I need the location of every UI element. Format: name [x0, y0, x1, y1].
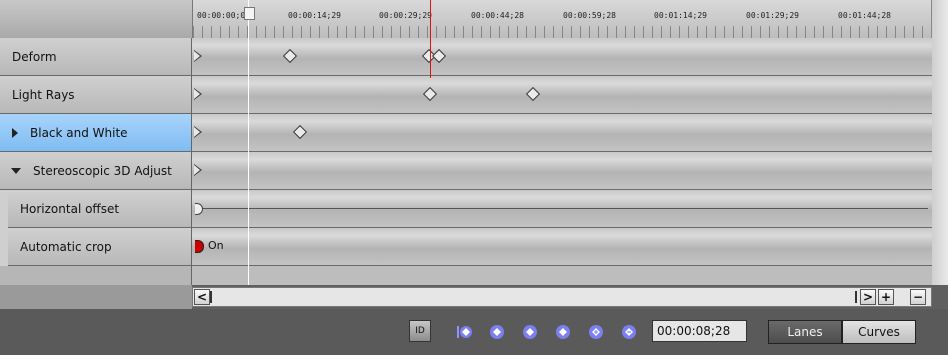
- scroll-right-button[interactable]: >: [860, 289, 876, 305]
- keyframe-lane[interactable]: [192, 38, 932, 76]
- track-row-light-rays: Light Rays: [0, 76, 932, 114]
- horizontal-scrollbar[interactable]: < > + −: [192, 287, 932, 307]
- keyframe-lane[interactable]: [192, 76, 932, 114]
- track-row-horizontal-offset: Horizontal offset: [0, 190, 932, 228]
- toggle-state-marker: [195, 240, 204, 253]
- ruler-tick-label: 00:00:29;29: [379, 11, 432, 20]
- scroll-left-button[interactable]: <: [194, 289, 210, 305]
- ruler-ticks: [193, 26, 933, 38]
- track-row-black-and-white: Black and White: [0, 114, 932, 152]
- toggle-state-text: On: [208, 239, 224, 252]
- track-list-empty: [0, 266, 192, 285]
- add-keyframe-icon[interactable]: [586, 322, 606, 342]
- previous-keyframe-icon[interactable]: [487, 322, 507, 342]
- track-row-deform: Deform: [0, 38, 932, 76]
- track-label[interactable]: Light Rays: [0, 76, 192, 114]
- ruler-tick-label: 00:00:44;28: [471, 11, 524, 20]
- lane-start-marker: [194, 126, 202, 138]
- track-label-text: Deform: [12, 49, 57, 64]
- track-list-footer: [0, 285, 192, 309]
- ruler-tick-label: 00:00:00;00: [197, 11, 250, 20]
- track-label-text: Black and White: [30, 125, 128, 140]
- curves-view-button[interactable]: Curves: [842, 320, 916, 344]
- cursor-time-field[interactable]: 00:00:08;28: [652, 320, 747, 342]
- normalize-button[interactable]: ID: [409, 320, 431, 342]
- lane-start-marker: [194, 164, 202, 176]
- lane-start-marker: [194, 88, 202, 100]
- track-label[interactable]: Stereoscopic 3D Adjust: [0, 152, 192, 190]
- keyframe[interactable]: [292, 124, 308, 140]
- edit-cursor-line[interactable]: [248, 0, 249, 285]
- keyframe[interactable]: [282, 48, 298, 64]
- keyframe-lane[interactable]: [192, 152, 932, 190]
- keyframe[interactable]: [525, 86, 541, 102]
- track-label-text: Automatic crop: [20, 239, 112, 254]
- curve-start-marker: [195, 203, 203, 215]
- track-label-text: Stereoscopic 3D Adjust: [33, 163, 172, 178]
- scroll-thumb-right-edge[interactable]: [855, 291, 857, 303]
- track-label[interactable]: Automatic crop: [8, 228, 192, 266]
- track-label-text: Light Rays: [12, 87, 75, 102]
- keyframe[interactable]: [422, 86, 438, 102]
- value-curve: [198, 208, 928, 209]
- ruler-header-left: [0, 0, 192, 39]
- keyframe-toolbar: ID 00:00:08;28 Lanes Curves: [0, 309, 948, 355]
- vertical-scrollbar[interactable]: [931, 0, 948, 285]
- first-keyframe-icon[interactable]: [455, 322, 475, 342]
- curve-lane[interactable]: [192, 190, 932, 228]
- ruler-tick-label: 00:00:59;28: [563, 11, 616, 20]
- keyframe-lane[interactable]: [192, 114, 932, 152]
- keyframe[interactable]: [431, 48, 447, 64]
- playhead-line[interactable]: [430, 0, 431, 78]
- previous-keyframe-alt-icon[interactable]: [520, 322, 540, 342]
- indent: [0, 190, 8, 228]
- zoom-out-button[interactable]: −: [910, 289, 926, 305]
- ruler-tick-label: 00:00:14;29: [288, 11, 341, 20]
- track-label[interactable]: Deform: [0, 38, 192, 76]
- collapse-arrow-icon[interactable]: [11, 167, 21, 174]
- indent: [0, 228, 8, 266]
- delete-keyframe-icon[interactable]: [619, 322, 639, 342]
- time-ruler[interactable]: 00:00:00;00 00:00:14;29 00:00:29;29 00:0…: [192, 0, 933, 39]
- track-row-automatic-crop: Automatic crop On: [0, 228, 932, 266]
- expand-arrow-icon[interactable]: [12, 127, 18, 138]
- edit-cursor-handle[interactable]: [244, 7, 255, 20]
- zoom-in-button[interactable]: +: [878, 289, 894, 305]
- keyframe-controller-panel: 00:00:00;00 00:00:14;29 00:00:29;29 00:0…: [0, 0, 948, 355]
- track-label-text: Horizontal offset: [20, 201, 120, 216]
- track-label[interactable]: Black and White: [0, 114, 192, 152]
- next-keyframe-icon[interactable]: [553, 322, 573, 342]
- lane-empty: [192, 266, 932, 285]
- ruler-tick-label: 00:01:29;29: [746, 11, 799, 20]
- track-label[interactable]: Horizontal offset: [8, 190, 192, 228]
- lanes-view-button[interactable]: Lanes: [768, 320, 842, 344]
- lane-start-marker: [194, 50, 202, 62]
- ruler-tick-label: 00:01:14;29: [654, 11, 707, 20]
- ruler-tick-label: 00:01:44;28: [838, 11, 891, 20]
- scroll-thumb-left-edge[interactable]: [210, 291, 212, 303]
- toggle-lane[interactable]: On: [192, 228, 932, 266]
- track-row-stereoscopic-3d-adjust: Stereoscopic 3D Adjust: [0, 152, 932, 190]
